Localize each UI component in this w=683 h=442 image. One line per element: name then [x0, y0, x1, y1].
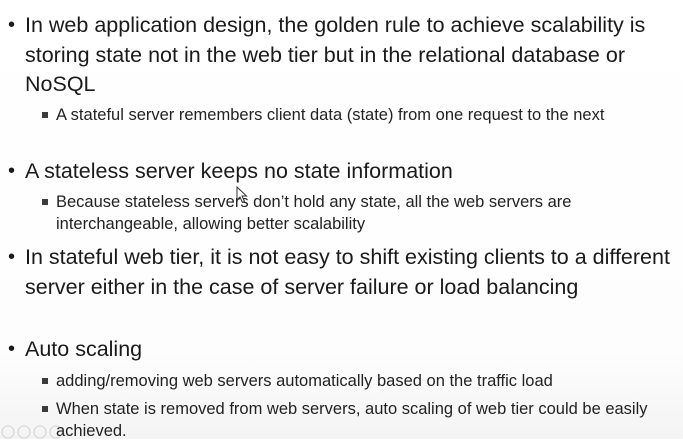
- bullet-text: In web application design, the golden ru…: [25, 13, 646, 96]
- bullet-text: A stateless server keeps no state inform…: [25, 159, 453, 183]
- bullet-dot-icon: •: [8, 14, 16, 36]
- square-bullet-icon: [41, 370, 56, 392]
- sub-bullet-text: Because stateless servers don’t hold any…: [56, 193, 572, 233]
- sub-bullet-item: Because stateless servers don’t hold any…: [41, 191, 681, 235]
- square-bullet-icon: [41, 191, 56, 235]
- sub-bullet-text: When state is removed from web servers, …: [56, 400, 648, 440]
- bullet-item: • In stateful web tier, it is not easy t…: [8, 243, 678, 302]
- slide: • In web application design, the golden …: [0, 0, 683, 442]
- bullet-dot-icon: •: [8, 160, 16, 182]
- sub-bullet-item: A stateful server remembers client data …: [41, 104, 681, 126]
- media-controls-icon[interactable]: [0, 423, 80, 439]
- sub-bullet-item: adding/removing web servers automaticall…: [41, 370, 681, 392]
- bullet-dot-icon: •: [8, 338, 16, 360]
- bullet-text: Auto scaling: [25, 337, 143, 361]
- sub-bullet-text: A stateful server remembers client data …: [56, 106, 605, 124]
- square-bullet-icon: [41, 104, 56, 126]
- mouse-pointer-icon: [236, 186, 248, 204]
- bullet-item: • A stateless server keeps no state info…: [8, 157, 678, 187]
- bullet-item: • In web application design, the golden …: [8, 11, 678, 100]
- sub-bullet-text: adding/removing web servers automaticall…: [56, 372, 553, 390]
- bullet-item: • Auto scaling: [8, 335, 678, 365]
- bullet-text: In stateful web tier, it is not easy to …: [25, 245, 670, 299]
- bullet-dot-icon: •: [8, 246, 16, 268]
- sub-bullet-item: When state is removed from web servers, …: [41, 398, 681, 442]
